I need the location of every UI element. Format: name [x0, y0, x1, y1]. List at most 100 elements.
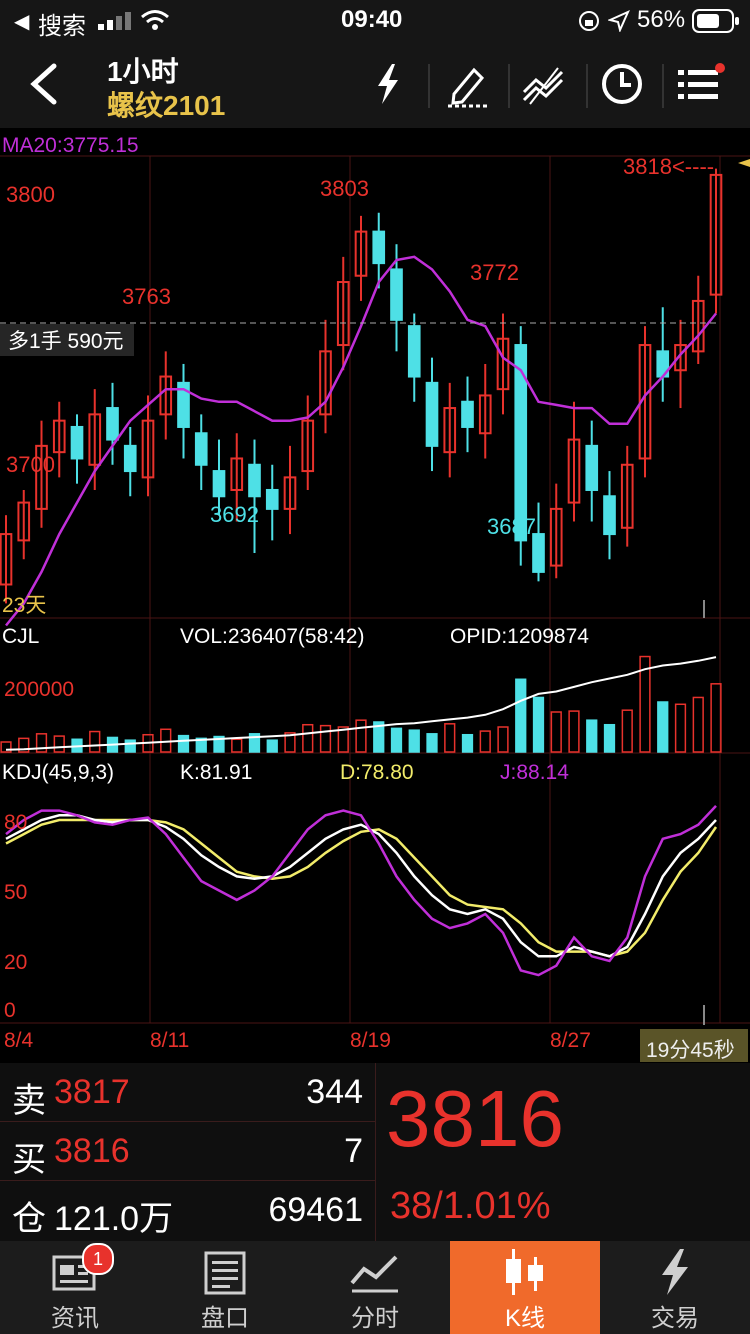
- x-date-label: 8/27: [550, 1029, 591, 1052]
- rotation-lock-icon: [578, 10, 600, 37]
- volume-bar: [692, 696, 704, 753]
- divider: [375, 1063, 376, 1241]
- tab-label: 交易: [651, 1305, 699, 1332]
- volume-bar: [266, 739, 278, 753]
- vol-axis-label: 200000: [4, 678, 74, 701]
- tab-orderbook[interactable]: 盘口: [150, 1241, 300, 1334]
- kdj-axis-50: 50: [4, 881, 27, 904]
- divider: [662, 64, 664, 108]
- ask-price: 3817: [54, 1073, 130, 1111]
- countdown-badge: 19分45秒: [640, 1029, 748, 1062]
- candle-body: [390, 268, 403, 321]
- signal-icon: [98, 12, 134, 35]
- kdj-d-value: D:78.80: [340, 761, 414, 784]
- divider: [428, 64, 430, 108]
- candle-body: [603, 495, 616, 536]
- volume-bar: [53, 735, 65, 753]
- volume-bar: [426, 733, 438, 753]
- kdj-j-value: J:88.14: [500, 761, 569, 784]
- x-date-label: 8/11: [150, 1029, 190, 1052]
- nav-bar: 1小时 螺纹2101: [0, 40, 750, 128]
- latest-high-marker: 3818<----: [623, 154, 714, 179]
- volume-bar: [461, 733, 474, 753]
- candle-body: [123, 444, 137, 473]
- volume-bar: [550, 711, 562, 753]
- wifi-icon: [140, 9, 170, 36]
- volume-bar: [302, 723, 314, 753]
- span-label: 23天: [2, 594, 46, 617]
- volume-bar: [355, 719, 367, 753]
- ma20-label: MA20:3775.15: [2, 134, 139, 157]
- high-marker: 3772: [470, 260, 519, 285]
- battery-percent: 56%: [637, 6, 686, 33]
- vol-value: VOL:236407(58:42): [180, 625, 364, 648]
- volume-bar: [177, 734, 190, 753]
- tab-timeshare[interactable]: 分时: [300, 1241, 450, 1334]
- notification-badge: 1: [82, 1243, 114, 1275]
- clock-icon[interactable]: [598, 58, 650, 110]
- volume-bar: [319, 724, 332, 753]
- battery-icon: [692, 9, 740, 38]
- tab-label: 资讯: [51, 1305, 99, 1332]
- low-marker: 3692: [210, 502, 259, 527]
- candle-body: [248, 463, 261, 498]
- bid-row[interactable]: 买 3816 7: [0, 1122, 375, 1181]
- candle-body: [532, 533, 545, 573]
- status-bar: ◀ 搜索 09:40 56%: [0, 0, 750, 40]
- kdj-k-value: K:81.91: [180, 761, 252, 784]
- volume-bar: [710, 683, 722, 753]
- location-icon: [606, 10, 630, 37]
- volume-bar: [586, 719, 598, 753]
- countdown-text: 19分45秒: [646, 1039, 735, 1062]
- divider: [586, 64, 588, 108]
- back-arrow-icon[interactable]: ◀: [14, 9, 29, 34]
- kdj-k-line: [5, 814, 717, 958]
- x-date-label: 8/4: [4, 1029, 34, 1052]
- contract-title[interactable]: 螺纹2101: [107, 84, 225, 124]
- tab-kline[interactable]: K线: [450, 1241, 600, 1334]
- candle-body: [212, 470, 226, 498]
- volume-bar: [532, 696, 545, 753]
- volume-bar: [603, 723, 616, 753]
- last-price: 3816: [386, 1074, 564, 1163]
- tab-news[interactable]: 1 资讯: [0, 1241, 150, 1334]
- volume-bar: [657, 701, 669, 753]
- kdj-title: KDJ(45,9,3): [2, 761, 114, 784]
- tab-label: K线: [504, 1305, 545, 1332]
- kdj-axis-20: 20: [4, 951, 27, 974]
- kline-chart[interactable]: MA20:3775.15 3800 3700 3803 3763 3772 36…: [0, 128, 750, 1033]
- high-marker: 3763: [122, 284, 171, 309]
- kdj-d-line: [5, 818, 718, 958]
- candle-body: [407, 325, 421, 378]
- back-app-label[interactable]: 搜索: [38, 6, 86, 41]
- candle-body: [194, 432, 208, 466]
- tab-trade[interactable]: 交易: [600, 1241, 750, 1334]
- flash-order-icon[interactable]: [362, 58, 414, 110]
- volume-bar: [497, 726, 509, 753]
- volume-bar: [515, 678, 527, 753]
- ask-qty: 344: [306, 1073, 363, 1111]
- draw-pen-icon[interactable]: [442, 58, 494, 110]
- y-label-3800: 3800: [6, 182, 55, 207]
- ask-label: 卖: [12, 1082, 46, 1120]
- bid-price: 3816: [54, 1132, 130, 1170]
- kdj-axis-0: 0: [4, 999, 16, 1022]
- candle-body: [70, 425, 84, 460]
- timeshare-icon: [350, 1255, 398, 1293]
- indicator-lines-icon[interactable]: [518, 58, 570, 110]
- x-date-label: 8/19: [350, 1029, 391, 1052]
- candle-body: [265, 488, 279, 510]
- low-marker: 3687: [487, 514, 536, 539]
- position-tag: 多1手 590元: [8, 330, 124, 353]
- back-chevron-icon[interactable]: [26, 62, 60, 111]
- volume-bar: [124, 739, 136, 753]
- menu-icon[interactable]: [676, 58, 728, 110]
- candlestick-icon: [506, 1249, 543, 1295]
- volume-bar: [89, 730, 101, 753]
- tab-bar: 1 资讯 盘口 分时 K线 交易: [0, 1241, 750, 1334]
- price-change: 38/1.01%: [390, 1185, 551, 1227]
- candle-body: [372, 230, 386, 265]
- ask-row[interactable]: 卖 3817 344: [0, 1063, 375, 1122]
- y-label-3700: 3700: [6, 452, 55, 477]
- candle-body: [585, 444, 599, 491]
